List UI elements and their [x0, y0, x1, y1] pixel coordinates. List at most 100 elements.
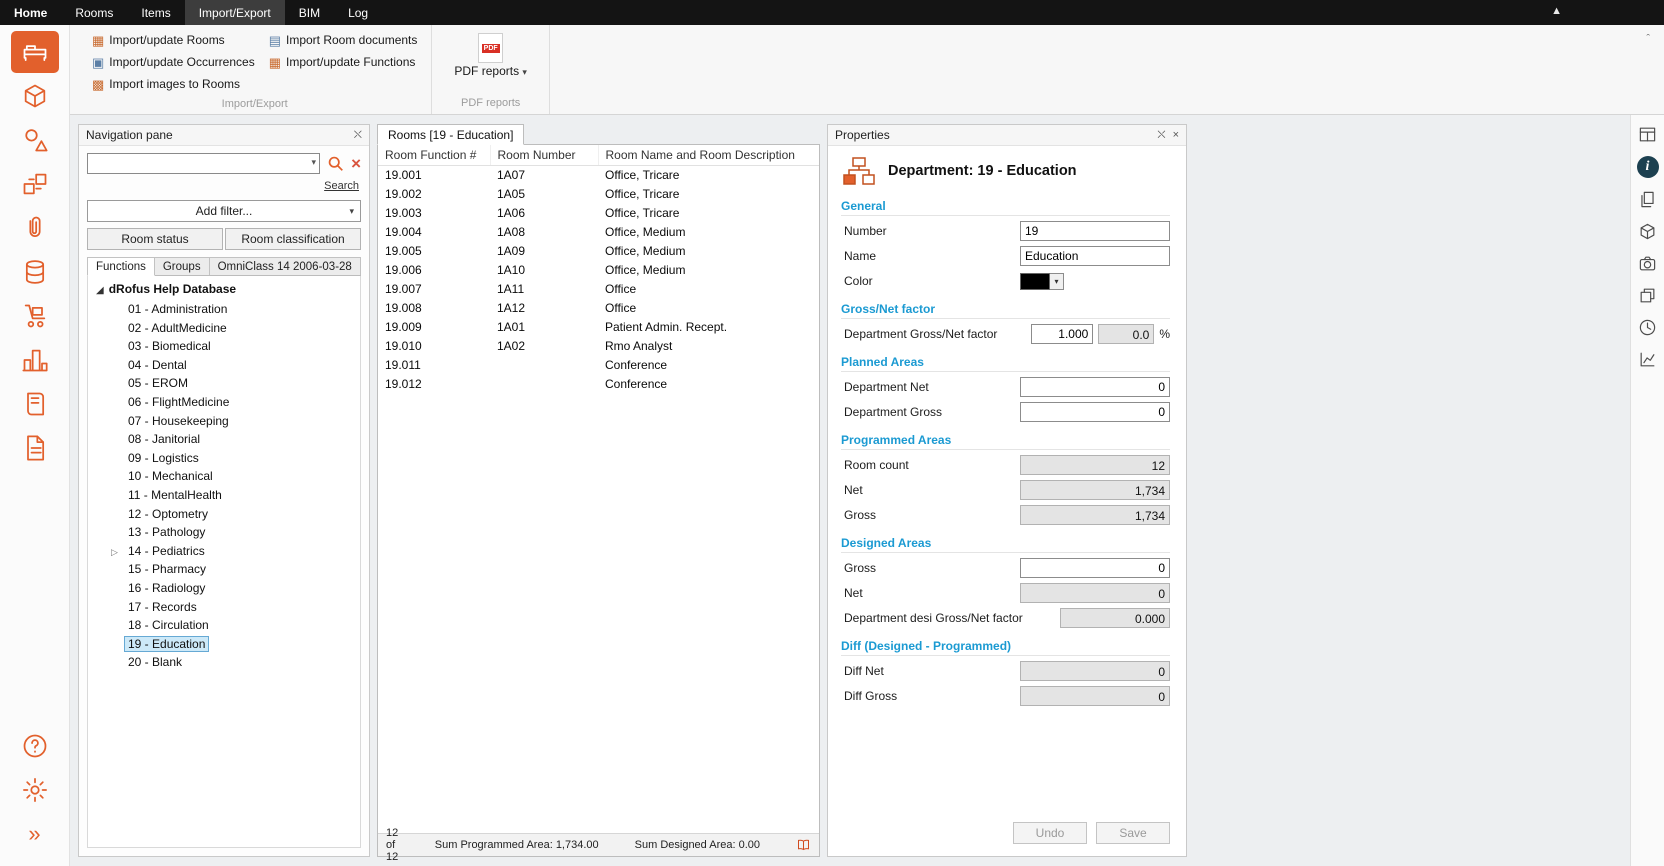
tab-functions[interactable]: Functions	[87, 257, 155, 276]
buildings-icon[interactable]	[11, 339, 59, 381]
table-row[interactable]: 19.0051A09Office, Medium20.000.00Not cre…	[378, 242, 819, 261]
number-field[interactable]	[1020, 221, 1170, 241]
expand-rail-icon[interactable]: »	[11, 813, 59, 855]
history-icon[interactable]	[1637, 317, 1658, 338]
tree-item[interactable]: 12 - Optometry	[88, 505, 360, 524]
info-icon[interactable]: i	[1637, 156, 1659, 178]
table-row[interactable]: 19.0101A02Rmo Analyst323.000.00Not creat…	[378, 337, 819, 356]
pin-icon[interactable]: ⛌	[354, 129, 362, 142]
undo-button[interactable]: Undo	[1013, 822, 1087, 844]
tree-item[interactable]: 07 - Housekeeping	[88, 412, 360, 431]
table-row[interactable]: 19.011Conference400.000.00Not created	[378, 356, 819, 375]
pin-icon[interactable]: ⛌	[1157, 129, 1165, 142]
name-field[interactable]	[1020, 246, 1170, 266]
package-icon[interactable]	[1637, 221, 1658, 242]
tree-item[interactable]: 06 - FlightMedicine	[88, 393, 360, 412]
room-status-button[interactable]: Room status	[87, 228, 223, 250]
measure-chart-icon[interactable]	[1637, 349, 1658, 370]
expand-icon[interactable]: ▷	[111, 543, 118, 562]
department-net-field[interactable]	[1020, 377, 1170, 397]
logistics-icon[interactable]	[11, 295, 59, 337]
design-icon[interactable]	[11, 119, 59, 161]
log-book-icon[interactable]	[796, 838, 811, 853]
table-row[interactable]: 19.0031A06Office, Tricare118.000.00Not c…	[378, 204, 819, 223]
column-header[interactable]: Room Name and Room Description	[598, 145, 819, 166]
column-header[interactable]: Room Number	[490, 145, 598, 166]
collapse-icon[interactable]: ◢	[96, 285, 104, 296]
layout-panels-icon[interactable]	[1637, 124, 1658, 145]
tree-item[interactable]: 15 - Pharmacy	[88, 560, 360, 579]
tree-item[interactable]: 08 - Janitorial	[88, 430, 360, 449]
designed-gross-field[interactable]	[1020, 558, 1170, 578]
table-row[interactable]: 19.0061A10Office, Medium20.000.00Not cre…	[378, 261, 819, 280]
table-row[interactable]: 19.0021A05Office, Tricare97.000.00Not cr…	[378, 185, 819, 204]
bim-model-icon[interactable]	[11, 75, 59, 117]
color-swatch[interactable]	[1020, 273, 1050, 290]
help-icon[interactable]	[11, 725, 59, 767]
documents-stack-icon[interactable]	[1637, 189, 1658, 210]
table-row[interactable]: 19.0041A08Office, Medium20.000.00Not cre…	[378, 223, 819, 242]
database-icon[interactable]	[11, 251, 59, 293]
tab-omniclass[interactable]: OmniClass 14 2006-03-28	[209, 257, 361, 275]
gross-net-factor-field[interactable]	[1031, 324, 1093, 344]
menu-item-import-export[interactable]: Import/Export	[185, 0, 285, 25]
tree-item[interactable]: 05 - EROM	[88, 374, 360, 393]
search-input[interactable]	[87, 153, 320, 174]
save-button[interactable]: Save	[1096, 822, 1170, 844]
tree-item[interactable]: 04 - Dental	[88, 356, 360, 375]
search-icon[interactable]	[327, 155, 344, 172]
attachments-icon[interactable]	[11, 207, 59, 249]
column-header[interactable]: Room Function #	[378, 145, 490, 166]
tree-item[interactable]: 13 - Pathology	[88, 523, 360, 542]
menu-item-log[interactable]: Log	[334, 0, 382, 25]
tree-item[interactable]: 20 - Blank	[88, 653, 360, 672]
table-cell: 1A01	[490, 318, 598, 337]
tree-item[interactable]: 02 - AdultMedicine	[88, 319, 360, 338]
import-update-functions-button[interactable]: ▦ Import/update Functions	[265, 52, 422, 72]
tree-item[interactable]: 16 - Radiology	[88, 579, 360, 598]
tree-item[interactable]: 11 - MentalHealth	[88, 486, 360, 505]
tab-rooms-education[interactable]: Rooms [19 - Education]	[377, 124, 524, 145]
reports-icon[interactable]	[11, 383, 59, 425]
table-row[interactable]: 19.0071A11Office12.000.00Not created	[378, 280, 819, 299]
room-classification-button[interactable]: Room classification	[225, 228, 361, 250]
department-gross-field[interactable]	[1020, 402, 1170, 422]
table-row[interactable]: 19.0081A12Office12.000.00Not created	[378, 299, 819, 318]
import-update-rooms-button[interactable]: ▦ Import/update Rooms	[88, 30, 259, 50]
tree-item[interactable]: 19 - Education	[88, 635, 360, 654]
camera-icon[interactable]	[1637, 253, 1658, 274]
import-images-to-rooms-button[interactable]: ▩ Import images to Rooms	[88, 74, 259, 94]
tree-item[interactable]: 17 - Records	[88, 598, 360, 617]
ribbon-collapse-icon[interactable]: ˆ	[1646, 33, 1650, 45]
import-room-documents-button[interactable]: ▤ Import Room documents	[265, 30, 422, 50]
menu-item-bim[interactable]: BIM	[285, 0, 334, 25]
menu-item-home[interactable]: Home	[0, 0, 61, 25]
color-dropdown-icon[interactable]: ▾	[1050, 273, 1064, 290]
pdf-reports-button[interactable]: PDF PDF reports ▾	[442, 30, 539, 78]
tree-item[interactable]: 18 - Circulation	[88, 616, 360, 635]
tree-item[interactable]: 03 - Biomedical	[88, 337, 360, 356]
chevron-up-icon[interactable]: ▲	[1551, 5, 1562, 17]
copies-icon[interactable]	[1637, 285, 1658, 306]
tree-root-node[interactable]: ◢dRofus Help Database	[88, 280, 360, 300]
tree-item[interactable]: ▷14 - Pediatrics	[88, 542, 360, 561]
search-link[interactable]: Search	[324, 180, 359, 192]
settings-icon[interactable]	[11, 769, 59, 811]
table-row[interactable]: 19.0011A07Office, Tricare97.000.00Not cr…	[378, 166, 819, 185]
tree-item[interactable]: 01 - Administration	[88, 300, 360, 319]
menu-item-items[interactable]: Items	[127, 0, 184, 25]
occurrences-icon[interactable]	[11, 163, 59, 205]
import-update-occurrences-button[interactable]: ▣ Import/update Occurrences	[88, 52, 259, 72]
table-row[interactable]: 19.0091A01Patient Admin. Recept.215.000.…	[378, 318, 819, 337]
tree-item[interactable]: 09 - Logistics	[88, 449, 360, 468]
documents-icon[interactable]	[11, 427, 59, 469]
rooms-icon[interactable]	[11, 31, 59, 73]
clear-search-icon[interactable]: ×	[351, 155, 361, 172]
add-filter-button[interactable]: Add filter... ▾	[87, 200, 361, 222]
table-row[interactable]: 19.012Conference400.000.00Not created	[378, 375, 819, 394]
close-icon[interactable]: ×	[1173, 129, 1179, 141]
chevron-down-icon[interactable]: ▾	[312, 157, 317, 168]
menu-item-rooms[interactable]: Rooms	[61, 0, 127, 25]
tree-item[interactable]: 10 - Mechanical	[88, 467, 360, 486]
tab-groups[interactable]: Groups	[154, 257, 210, 275]
